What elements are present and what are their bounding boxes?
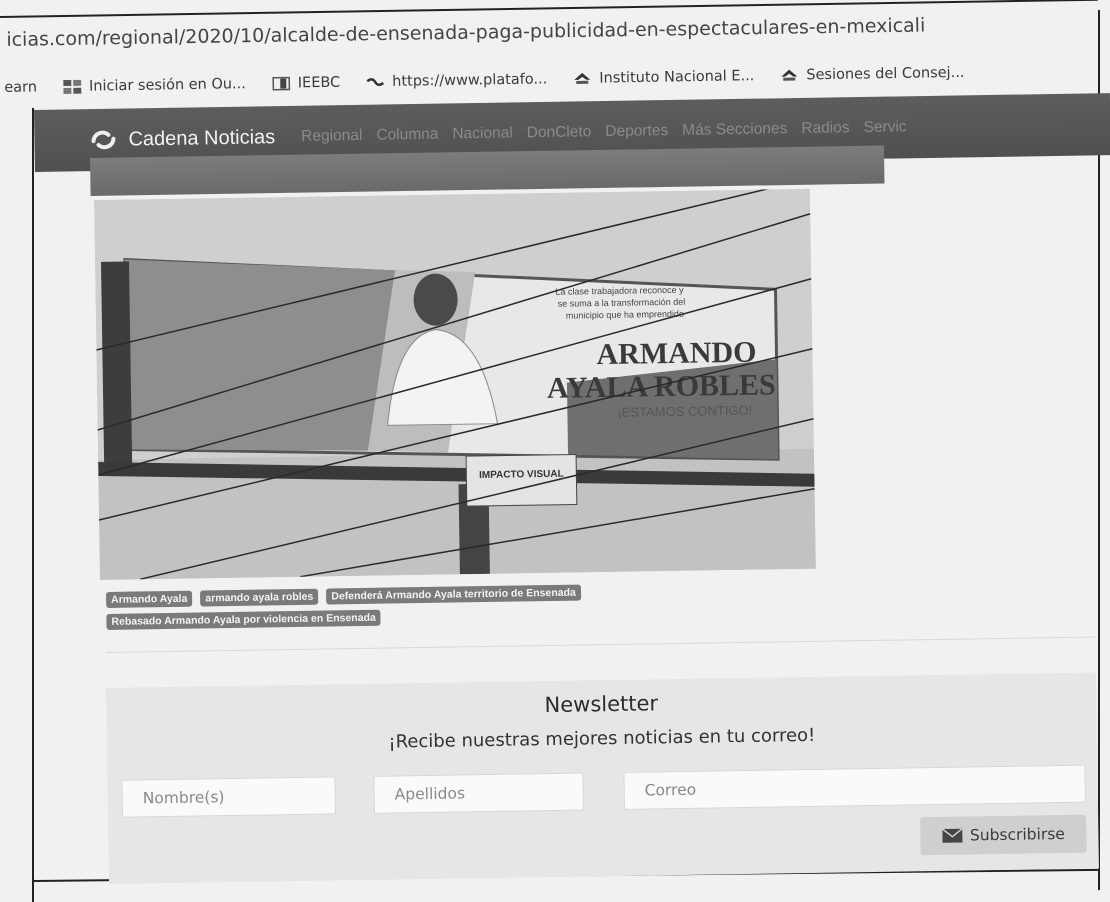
ine-icon bbox=[574, 72, 591, 84]
divider bbox=[106, 636, 1096, 653]
subscribe-label: Subscribirse bbox=[969, 824, 1066, 845]
bookmark-label: https://www.platafo... bbox=[392, 71, 548, 90]
nav-columna[interactable]: Columna bbox=[376, 126, 438, 145]
bookmark-label: Iniciar sesión en Ou... bbox=[88, 76, 246, 95]
surname-input[interactable]: Apellidos bbox=[373, 772, 584, 814]
surname-placeholder: Apellidos bbox=[394, 784, 466, 804]
ine-icon bbox=[781, 69, 798, 81]
microsoft-icon bbox=[62, 79, 82, 95]
bookmark-label: IEEBC bbox=[297, 74, 341, 92]
nav-radios[interactable]: Radios bbox=[801, 119, 850, 138]
wave-icon bbox=[366, 78, 385, 87]
newsletter-box: Newsletter ¡Recibe nuestras mejores noti… bbox=[106, 672, 1099, 884]
nav-nacional[interactable]: Nacional bbox=[452, 124, 513, 143]
bookmark-ine[interactable]: Instituto Nacional E... bbox=[573, 68, 754, 87]
nav-deportes[interactable]: Deportes bbox=[605, 122, 668, 141]
name-input[interactable]: Nombre(s) bbox=[121, 776, 337, 818]
url-text: icias.com/regional/2020/10/alcalde-de-en… bbox=[6, 14, 926, 51]
billboard-line-2: se suma a la transformación del bbox=[558, 297, 686, 309]
site-brand[interactable]: Cadena Noticias bbox=[88, 124, 275, 153]
frame-left-line bbox=[32, 108, 34, 902]
bookmark-outlook[interactable]: Iniciar sesión en Ou... bbox=[62, 76, 246, 95]
nav-mas-secciones[interactable]: Más Secciones bbox=[682, 120, 787, 140]
ieebc-icon bbox=[271, 76, 290, 91]
tag-armando-ayala[interactable]: Armando Ayala bbox=[106, 590, 193, 608]
bookmark-label: earn bbox=[4, 79, 38, 96]
nav-regional[interactable]: Regional bbox=[301, 127, 362, 146]
bookmark-ieebc[interactable]: IEEBC bbox=[271, 74, 341, 92]
article-tags: Armando Ayala armando ayala robles Defen… bbox=[106, 581, 807, 636]
bookmark-label: Sesiones del Consej... bbox=[806, 64, 965, 84]
scanned-page: icias.com/regional/2020/10/alcalde-de-en… bbox=[0, 0, 1110, 902]
billboard-line-1: La clase trabajadora reconoce y bbox=[555, 285, 684, 297]
billboard-name-2: AYALA ROBLES bbox=[547, 368, 776, 405]
name-placeholder: Nombre(s) bbox=[142, 788, 225, 808]
cadena-logo-icon bbox=[91, 130, 116, 150]
tag-armando-ayala-robles[interactable]: armando ayala robles bbox=[200, 588, 319, 607]
bookmark-sesiones[interactable]: Sesiones del Consej... bbox=[780, 64, 965, 84]
newsletter-subtitle: ¡Recibe nuestras mejores noticias en tu … bbox=[388, 724, 816, 753]
email-input[interactable]: Correo bbox=[623, 764, 1086, 810]
subscribe-button[interactable]: Subscribirse bbox=[920, 814, 1087, 856]
billboard-sign-text: IMPACTO VISUAL bbox=[479, 469, 564, 481]
email-placeholder: Correo bbox=[644, 780, 697, 800]
envelope-icon bbox=[941, 828, 963, 843]
billboard-tagline: ¡ESTAMOS CONTIGO! bbox=[617, 403, 752, 420]
nav-doncleto[interactable]: DonCleto bbox=[527, 123, 592, 142]
newsletter-title: Newsletter bbox=[544, 691, 659, 718]
tag-defendera[interactable]: Defenderá Armando Ayala territorio de En… bbox=[326, 584, 581, 605]
brand-name: Cadena Noticias bbox=[128, 125, 276, 151]
nav-servicios[interactable]: Servic bbox=[863, 118, 906, 137]
billboard-photo: IMPACTO VISUAL La clase trabajadora reco… bbox=[94, 188, 816, 580]
bookmark-learn[interactable]: earn bbox=[4, 79, 37, 96]
bookmark-label: Instituto Nacional E... bbox=[599, 68, 755, 87]
billboard-name-1: ARMANDO bbox=[596, 336, 756, 372]
tag-rebasado[interactable]: Rebasado Armando Ayala por violencia en … bbox=[106, 609, 381, 630]
bookmark-plataforma[interactable]: https://www.platafo... bbox=[366, 71, 547, 90]
